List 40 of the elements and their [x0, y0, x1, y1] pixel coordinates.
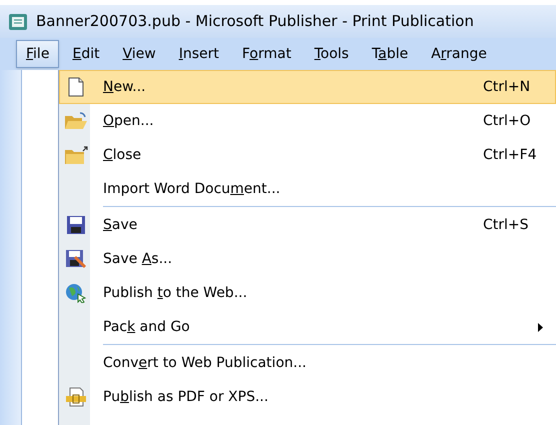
menu-item-label: Publish as PDF or XPS... [103, 388, 270, 406]
menu-item-label: Open... [103, 112, 155, 130]
menu-item[interactable]: Save Ctrl+S [59, 208, 556, 242]
open-folder-icon [64, 111, 88, 131]
menu-item[interactable]: Publish as PDF or XPS... [59, 380, 556, 414]
menu-item[interactable]: Close Ctrl+F4 [59, 138, 556, 172]
document-icon [64, 387, 86, 407]
menu-item[interactable]: New... Ctrl+N [59, 70, 556, 104]
menu-bar-item[interactable]: Table [362, 40, 418, 68]
menu-item[interactable]: Pack and Go [59, 310, 556, 344]
floppy-disk-pencil-icon [64, 249, 86, 269]
menu-bar-item[interactable]: Insert [168, 40, 229, 68]
menu-item[interactable]: Open... Ctrl+O [59, 104, 556, 138]
globe-icon [64, 283, 86, 303]
menu-item-label: Pack and Go [103, 318, 191, 336]
blank-page-icon [68, 77, 84, 97]
shortcut-label: Ctrl+F4 [483, 146, 538, 164]
folder-icon [64, 145, 88, 165]
menu-item-label: New... [103, 78, 147, 96]
shortcut-label: Ctrl+S [483, 216, 530, 234]
menu-item-label: Publish to the Web... [103, 284, 248, 302]
shortcut-label: Ctrl+O [483, 112, 532, 130]
menu-bar-item[interactable]: View [112, 40, 166, 68]
menu-bar-item[interactable]: File [16, 40, 60, 68]
menu-item-label: Close [103, 146, 142, 164]
menu-item-label: Convert to Web Publication... [103, 354, 308, 372]
window-title: Banner200703.pub - Microsoft Publisher - Print Publication [36, 11, 474, 32]
menu-item[interactable]: Convert to Web Publication... [59, 346, 556, 380]
menu-bar-item[interactable]: Format [232, 40, 302, 68]
shortcut-label: Ctrl+N [483, 78, 532, 96]
menu-bar-item[interactable]: Arrange [421, 40, 497, 68]
menu-bar-item[interactable]: Tools [304, 40, 359, 68]
menu-item[interactable]: Publish to the Web... [59, 276, 556, 310]
publication-icon [8, 12, 28, 32]
menu-item-label: Import Word Document... [103, 180, 282, 198]
menu-bar-item[interactable]: Edit [62, 40, 110, 68]
menu-item-label: Save [103, 216, 138, 234]
menu-item[interactable]: Save As... [59, 242, 556, 276]
menu-item-label: Save As... [103, 250, 174, 268]
menu-item[interactable]: Import Word Document... [59, 172, 556, 206]
